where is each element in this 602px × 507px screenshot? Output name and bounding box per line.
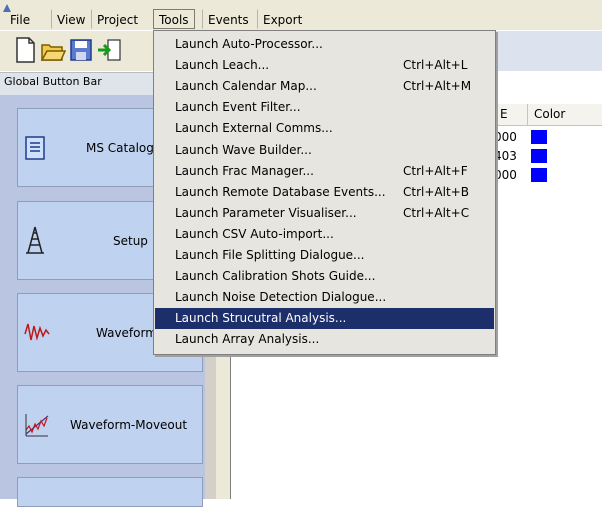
tools-menu-item[interactable]: Launch Strucutral Analysis... (155, 308, 494, 330)
menu-item-label: Launch Parameter Visualiser... (175, 205, 357, 220)
menu-view[interactable]: View (51, 9, 91, 29)
save-icon[interactable] (68, 35, 94, 65)
menu-item-label: Launch File Splitting Dialogue... (175, 248, 365, 262)
table-cell-value: 000 (494, 168, 517, 182)
waveform-icon (24, 323, 50, 341)
menu-item-shortcut: Ctrl+Alt+L (403, 58, 468, 73)
menu-file[interactable]: File (4, 9, 36, 29)
menu-item-label: Launch Strucutral Analysis... (175, 311, 347, 326)
tools-menu-item[interactable]: Launch External Comms... (155, 118, 494, 139)
column-header-e[interactable]: E (493, 104, 527, 125)
menu-item-shortcut: Ctrl+Alt+C (403, 205, 470, 220)
tools-menu-item[interactable]: Launch File Splitting Dialogue... (155, 245, 494, 266)
new-document-icon[interactable] (12, 35, 38, 65)
menu-item-label: Launch Event Filter... (175, 100, 301, 115)
menu-item-label: Launch Array Analysis... (175, 332, 320, 347)
import-icon[interactable] (96, 35, 122, 65)
menu-item-shortcut: Ctrl+Alt+M (403, 79, 472, 94)
setup-label: Setup (113, 233, 148, 248)
tools-menu-item[interactable]: Launch Remote Database Events... Ctrl+Alt… (155, 182, 494, 203)
tools-menu: Launch Auto-Processor... Launch Leach... C… (153, 30, 496, 355)
tools-menu-item[interactable]: Launch Leach... Ctrl+Alt+L (155, 55, 494, 76)
menu-item-label: Launch Calendar Map... (175, 79, 317, 94)
global-button-bar-title: Global Button Bar (4, 75, 102, 88)
waveform-moveout-button[interactable]: Waveform-Moveout (17, 385, 203, 464)
tools-menu-item[interactable]: Launch Auto-Processor... (155, 34, 494, 55)
tools-menu-item[interactable]: Launch Calendar Map... Ctrl+Alt+M (155, 76, 494, 97)
color-swatch (531, 149, 547, 163)
tools-menu-item[interactable]: Launch Array Analysis... (155, 329, 494, 350)
menu-item-shortcut: Ctrl+Alt+B (403, 184, 469, 199)
tower-icon (26, 226, 44, 254)
color-swatch (531, 130, 547, 144)
tools-menu-item[interactable]: Launch Wave Builder... (155, 140, 494, 161)
table-cell-value: 403 (494, 149, 517, 163)
partial-button[interactable] (17, 477, 203, 507)
menu-item-label: Launch Remote Database Events... (175, 184, 386, 199)
tools-menu-item[interactable]: Launch Noise Detection Dialogue... (155, 287, 494, 308)
menu-item-shortcut: Ctrl+Alt+F (403, 163, 468, 178)
waveform-label: Waveform (96, 325, 157, 340)
tools-menu-item[interactable]: Launch Parameter Visualiser... Ctrl+Alt+C (155, 203, 494, 224)
catalog-icon (25, 136, 45, 160)
ms-catalog-label: MS Catalog (86, 140, 154, 155)
waveform-moveout-label: Waveform-Moveout (70, 417, 188, 432)
menu-item-label: Launch Leach... (175, 58, 270, 73)
toolbar-area (494, 31, 602, 71)
table-cell-value: 000 (494, 130, 517, 144)
open-folder-icon[interactable] (40, 35, 67, 65)
menu-tools[interactable]: Tools (153, 9, 195, 29)
menu-item-label: Launch CSV Auto-import... (175, 226, 334, 241)
tools-menu-item[interactable]: Launch CSV Auto-import... (155, 224, 494, 245)
menu-events[interactable]: Events (202, 9, 255, 29)
tools-menu-item[interactable]: Launch Event Filter... (155, 97, 494, 118)
column-header-color[interactable]: Color (527, 104, 602, 125)
tools-menu-item[interactable]: Launch Frac Manager... Ctrl+Alt+F (155, 161, 494, 182)
menu-item-label: Launch Noise Detection Dialogue... (175, 290, 387, 305)
menu-item-label: Launch Wave Builder... (175, 142, 312, 157)
menu-item-label: Launch Auto-Processor... (175, 37, 323, 51)
tools-menu-item[interactable]: Launch Calibration Shots Guide... (155, 266, 494, 287)
menu-item-label: Launch External Comms... (175, 121, 333, 136)
color-swatch (531, 168, 547, 182)
menu-item-label: Launch Calibration Shots Guide... (175, 269, 376, 284)
menu-bar: File View Project Tools Events Export (0, 0, 602, 30)
menu-project[interactable]: Project (91, 9, 144, 29)
menu-item-label: Launch Frac Manager... (175, 163, 314, 178)
moveout-icon (25, 414, 49, 437)
menu-export[interactable]: Export (257, 9, 308, 29)
